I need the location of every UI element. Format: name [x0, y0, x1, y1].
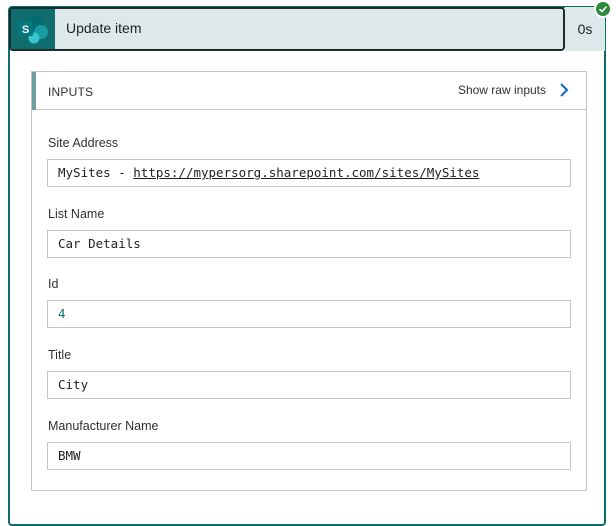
list-name-field[interactable]: Car Details	[47, 230, 571, 258]
id-label: Id	[48, 277, 59, 291]
title-label: Title	[48, 348, 72, 362]
show-raw-inputs-link[interactable]: Show raw inputs	[458, 83, 546, 97]
action-header[interactable]: S Update item	[9, 7, 565, 51]
inputs-header: INPUTS Show raw inputs	[32, 72, 586, 110]
chevron-right-icon[interactable]	[559, 82, 569, 98]
inputs-title: INPUTS	[48, 85, 94, 99]
sharepoint-logo: S	[11, 9, 55, 49]
list-name-value: Car Details	[58, 236, 141, 251]
site-address-label: Site Address	[48, 136, 119, 150]
inputs-accent-bar	[32, 72, 36, 110]
title-value: City	[58, 377, 89, 392]
success-status	[594, 0, 612, 18]
manufacturer-name-label: Manufacturer Name	[48, 419, 159, 433]
site-address-url[interactable]: https://mypersorg.sharepoint.com/sites/M…	[133, 165, 479, 180]
manufacturer-name-field[interactable]: BMW	[47, 442, 571, 470]
checkmark-icon	[598, 5, 608, 13]
site-address-value: MySites - https://mypersorg.sharepoint.c…	[58, 165, 479, 180]
site-address-field[interactable]: MySites - https://mypersorg.sharepoint.c…	[47, 159, 571, 187]
id-value: 4	[58, 306, 66, 321]
logo-letter: S	[22, 24, 29, 36]
action-title: Update item	[66, 20, 142, 36]
site-address-prefix: MySites -	[58, 165, 134, 180]
list-name-label: List Name	[48, 207, 105, 221]
sharepoint-icon: S	[18, 15, 48, 44]
title-field[interactable]: City	[47, 371, 571, 399]
manufacturer-name-value: BMW	[58, 448, 81, 463]
id-field[interactable]: 4	[47, 300, 571, 328]
